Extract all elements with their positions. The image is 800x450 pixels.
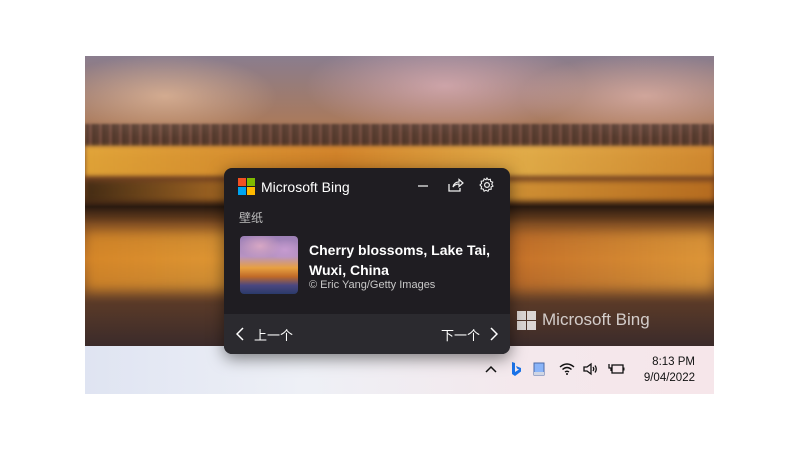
settings-icon[interactable] bbox=[478, 176, 496, 194]
wallpaper-thumbnail[interactable] bbox=[240, 236, 298, 294]
watermark-text: Microsoft Bing bbox=[542, 310, 650, 329]
bing-icon[interactable] bbox=[506, 354, 526, 384]
wifi-icon[interactable] bbox=[557, 354, 577, 384]
note-icon[interactable] bbox=[529, 354, 549, 384]
wallpaper-title[interactable]: Cherry blossoms, Lake Tai, Wuxi, China bbox=[309, 240, 497, 280]
chevron-right-icon bbox=[490, 327, 498, 341]
microsoft-logo-icon bbox=[238, 178, 255, 195]
chevron-up-icon[interactable] bbox=[483, 354, 499, 384]
volume-icon[interactable] bbox=[581, 354, 601, 384]
clock-time: 8:13 PM bbox=[652, 356, 695, 368]
clock-date: 9/04/2022 bbox=[643, 372, 695, 384]
previous-label: 上一个 bbox=[254, 328, 294, 344]
next-button[interactable]: 下一个 bbox=[429, 314, 510, 354]
bing-wallpaper-flyout: Microsoft Bing 壁纸 Cherry blossoms, Lake … bbox=[224, 168, 510, 354]
minimize-icon[interactable] bbox=[414, 176, 432, 194]
previous-button[interactable]: 上一个 bbox=[224, 314, 305, 354]
flyout-brand: Microsoft Bing bbox=[261, 178, 350, 195]
flyout-footer: 上一个 下一个 bbox=[224, 314, 510, 354]
flyout-header: Microsoft Bing bbox=[238, 178, 350, 195]
microsoft-logo-icon bbox=[517, 310, 536, 330]
wallpaper-credit: © Eric Yang/Getty Images bbox=[309, 279, 436, 291]
section-label: 壁纸 bbox=[239, 211, 264, 225]
taskbar-clock[interactable]: 8:13 PM 9/04/2022 bbox=[644, 354, 695, 386]
share-icon[interactable] bbox=[446, 176, 464, 194]
bing-watermark: Microsoft Bing bbox=[517, 310, 650, 330]
chevron-left-icon bbox=[236, 327, 244, 341]
next-label: 下一个 bbox=[440, 328, 480, 344]
battery-icon[interactable] bbox=[606, 354, 626, 384]
